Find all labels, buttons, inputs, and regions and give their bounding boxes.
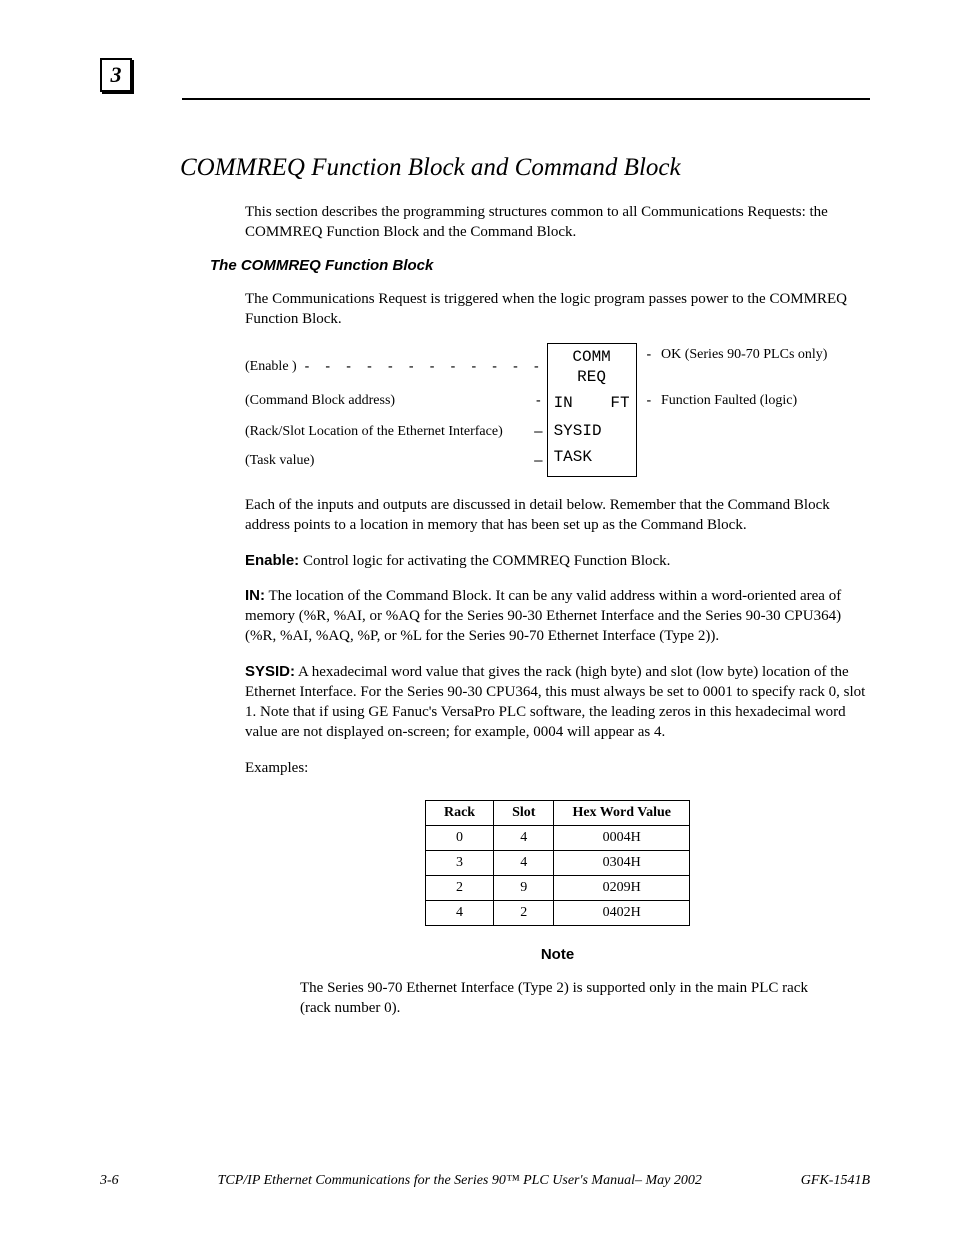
hex-value-table: Rack Slot Hex Word Value 0 4 0004H 3 4 0… [425, 800, 690, 926]
table-row: 4 2 0402H [425, 900, 689, 925]
table-cell-hex: 0004H [554, 825, 690, 850]
page-title: COMMREQ Function Block and Command Block [180, 154, 870, 182]
table-cell-slot: 4 [494, 850, 554, 875]
fb-box-comm: COMM [548, 344, 636, 368]
subsection-heading: The COMMREQ Function Block [210, 257, 870, 274]
fb-task-connector: – [314, 453, 546, 469]
examples-label: Examples: [245, 758, 870, 778]
after-diagram-paragraph: Each of the inputs and outputs are discu… [245, 495, 870, 536]
fb-cmd-label: (Command Block address) [245, 393, 395, 409]
note-heading: Note [245, 946, 870, 963]
table-header-row: Rack Slot Hex Word Value [425, 800, 689, 825]
fb-box-req: REQ [548, 368, 636, 392]
page-header-rule [182, 98, 870, 100]
sysid-definition: SYSID: A hexadecimal word value that giv… [245, 662, 870, 743]
enable-def-text: Control logic for activating the COMMREQ… [299, 553, 670, 569]
table-row: 2 9 0209H [425, 875, 689, 900]
table-header-rack: Rack [425, 800, 493, 825]
subsection-paragraph: The Communications Request is triggered … [245, 289, 870, 330]
fb-box-task: TASK [548, 444, 636, 472]
fb-ft-label: Function Faulted (logic) [661, 393, 797, 409]
table-cell-hex: 0402H [554, 900, 690, 925]
sysid-def-text: A hexadecimal word value that gives the … [245, 664, 865, 741]
table-header-hex: Hex Word Value [554, 800, 690, 825]
table-cell-rack: 2 [425, 875, 493, 900]
fb-ft-connector: - [637, 393, 661, 409]
in-definition: IN: The location of the Command Block. I… [245, 586, 870, 647]
table-cell-hex: 0209H [554, 875, 690, 900]
chapter-number-box: 3 [100, 58, 132, 92]
note-text: The Series 90-70 Ethernet Interface (Typ… [300, 978, 840, 1019]
footer-title: TCP/IP Ethernet Communications for the S… [119, 1173, 801, 1189]
fb-ok-label: OK (Series 90-70 PLCs only) [661, 347, 827, 363]
fb-box-ft: FT [610, 394, 629, 412]
sysid-def-label: SYSID: [245, 663, 295, 680]
fb-box-sysid: SYSID [548, 418, 636, 444]
table-cell-slot: 4 [494, 825, 554, 850]
function-block-diagram: (Enable ) - - - - - - - - - - - - (Comma… [245, 343, 870, 477]
fb-enable-connector: - - - - - - - - - - - - [303, 359, 547, 375]
table-cell-rack: 4 [425, 900, 493, 925]
table-cell-hex: 0304H [554, 850, 690, 875]
in-def-label: IN: [245, 587, 265, 604]
fb-rack-label: (Rack/Slot Location of the Ethernet Inte… [245, 424, 503, 440]
table-cell-slot: 2 [494, 900, 554, 925]
page-footer: 3-6 TCP/IP Ethernet Communications for t… [100, 1173, 870, 1189]
table-cell-slot: 9 [494, 875, 554, 900]
footer-page-number: 3-6 [100, 1173, 119, 1189]
table-row: 0 4 0004H [425, 825, 689, 850]
in-def-text: The location of the Command Block. It ca… [245, 588, 841, 645]
fb-enable-label: (Enable ) [245, 359, 297, 375]
fb-ok-connector: - [637, 347, 661, 363]
enable-definition: Enable: Control logic for activating the… [245, 551, 870, 571]
fb-task-label: (Task value) [245, 453, 314, 469]
fb-cmd-connector: - [395, 393, 546, 409]
table-cell-rack: 0 [425, 825, 493, 850]
fb-rack-connector: – [503, 424, 547, 440]
fb-box-in: IN [554, 394, 573, 412]
table-header-slot: Slot [494, 800, 554, 825]
table-row: 3 4 0304H [425, 850, 689, 875]
table-cell-rack: 3 [425, 850, 493, 875]
enable-def-label: Enable: [245, 552, 299, 569]
chapter-number: 3 [111, 62, 122, 88]
footer-doc-id: GFK-1541B [801, 1173, 870, 1189]
intro-paragraph: This section describes the programming s… [245, 202, 870, 243]
